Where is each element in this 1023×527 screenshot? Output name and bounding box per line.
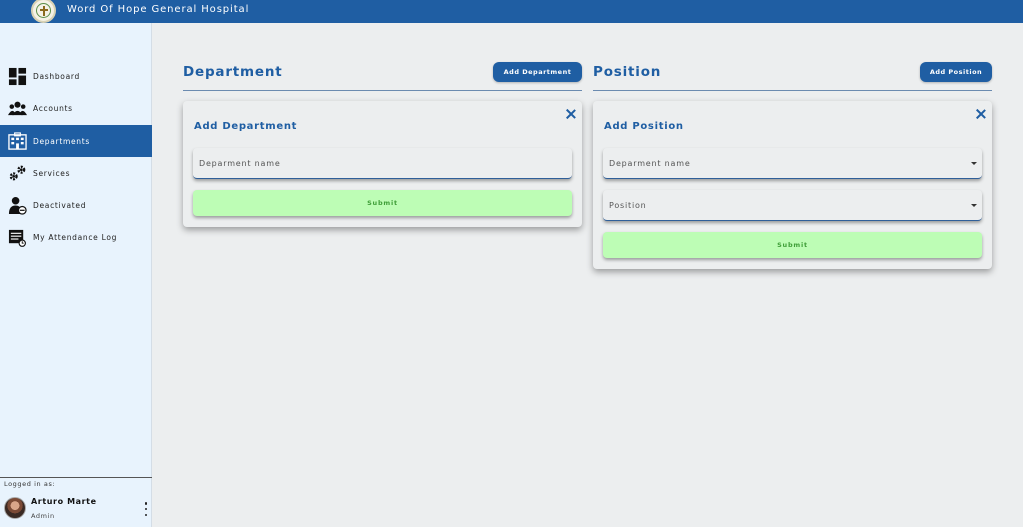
sidebar-item-services[interactable]: Services (0, 157, 152, 189)
dashboard-icon (8, 67, 27, 86)
caret-down-icon (971, 204, 977, 207)
add-position-card: Add Position Deparment name Position Sub… (593, 101, 992, 269)
sidebar-item-label: Accounts (33, 103, 73, 113)
add-department-button[interactable]: Add Department (493, 62, 582, 82)
users-icon (8, 99, 27, 118)
position-submit-button[interactable]: Submit (603, 232, 982, 258)
close-icon[interactable] (566, 109, 576, 119)
more-options-icon[interactable] (143, 502, 149, 516)
add-position-title: Add Position (604, 121, 684, 132)
hospital-seal-icon (31, 0, 56, 23)
position-select-value: Position (609, 200, 647, 210)
user-name: Arturo Marte (31, 497, 97, 506)
gears-icon (8, 164, 27, 183)
sidebar-item-label: Dashboard (33, 71, 80, 81)
department-submit-button[interactable]: Submit (193, 190, 572, 216)
sidebar-item-label: My Attendance Log (33, 232, 118, 242)
sidebar-item-accounts[interactable]: Accounts (0, 92, 152, 124)
close-icon[interactable] (976, 109, 986, 119)
sidebar-item-attendance-log[interactable]: My Attendance Log (0, 221, 152, 253)
position-divider (593, 90, 992, 91)
sidebar-item-label: Departments (33, 136, 90, 146)
add-position-button[interactable]: Add Position (920, 62, 992, 82)
add-department-card: Add Department Deparment name Submit (183, 101, 582, 227)
sidebar-item-deactivated[interactable]: Deactivated (0, 189, 152, 221)
department-select-value: Deparment name (609, 158, 691, 168)
department-section-title: Department (183, 64, 283, 80)
sidebar-item-label: Deactivated (33, 200, 87, 210)
caret-down-icon (971, 162, 977, 165)
sidebar-item-departments[interactable]: Departments (0, 125, 152, 157)
sidebar: Dashboard Accounts Departments Services … (0, 23, 152, 527)
sidebar-item-label: Services (33, 168, 71, 178)
top-bar: Word Of Hope General Hospital (0, 0, 1023, 23)
sidebar-item-dashboard[interactable]: Dashboard (0, 60, 152, 92)
department-divider (183, 90, 582, 91)
position-section-title: Position (593, 64, 662, 80)
logged-in-label: Logged in as: (4, 480, 56, 488)
user-minus-icon (8, 196, 27, 215)
log-icon (8, 228, 27, 247)
building-icon (8, 131, 27, 151)
avatar (4, 497, 26, 519)
app-title: Word Of Hope General Hospital (67, 4, 250, 15)
department-name-input[interactable]: Deparment name (193, 148, 572, 179)
position-select[interactable]: Position (603, 190, 982, 221)
user-role: Admin (31, 512, 55, 520)
sidebar-divider (0, 477, 152, 478)
department-name-select[interactable]: Deparment name (603, 148, 982, 179)
add-department-title: Add Department (194, 121, 298, 132)
